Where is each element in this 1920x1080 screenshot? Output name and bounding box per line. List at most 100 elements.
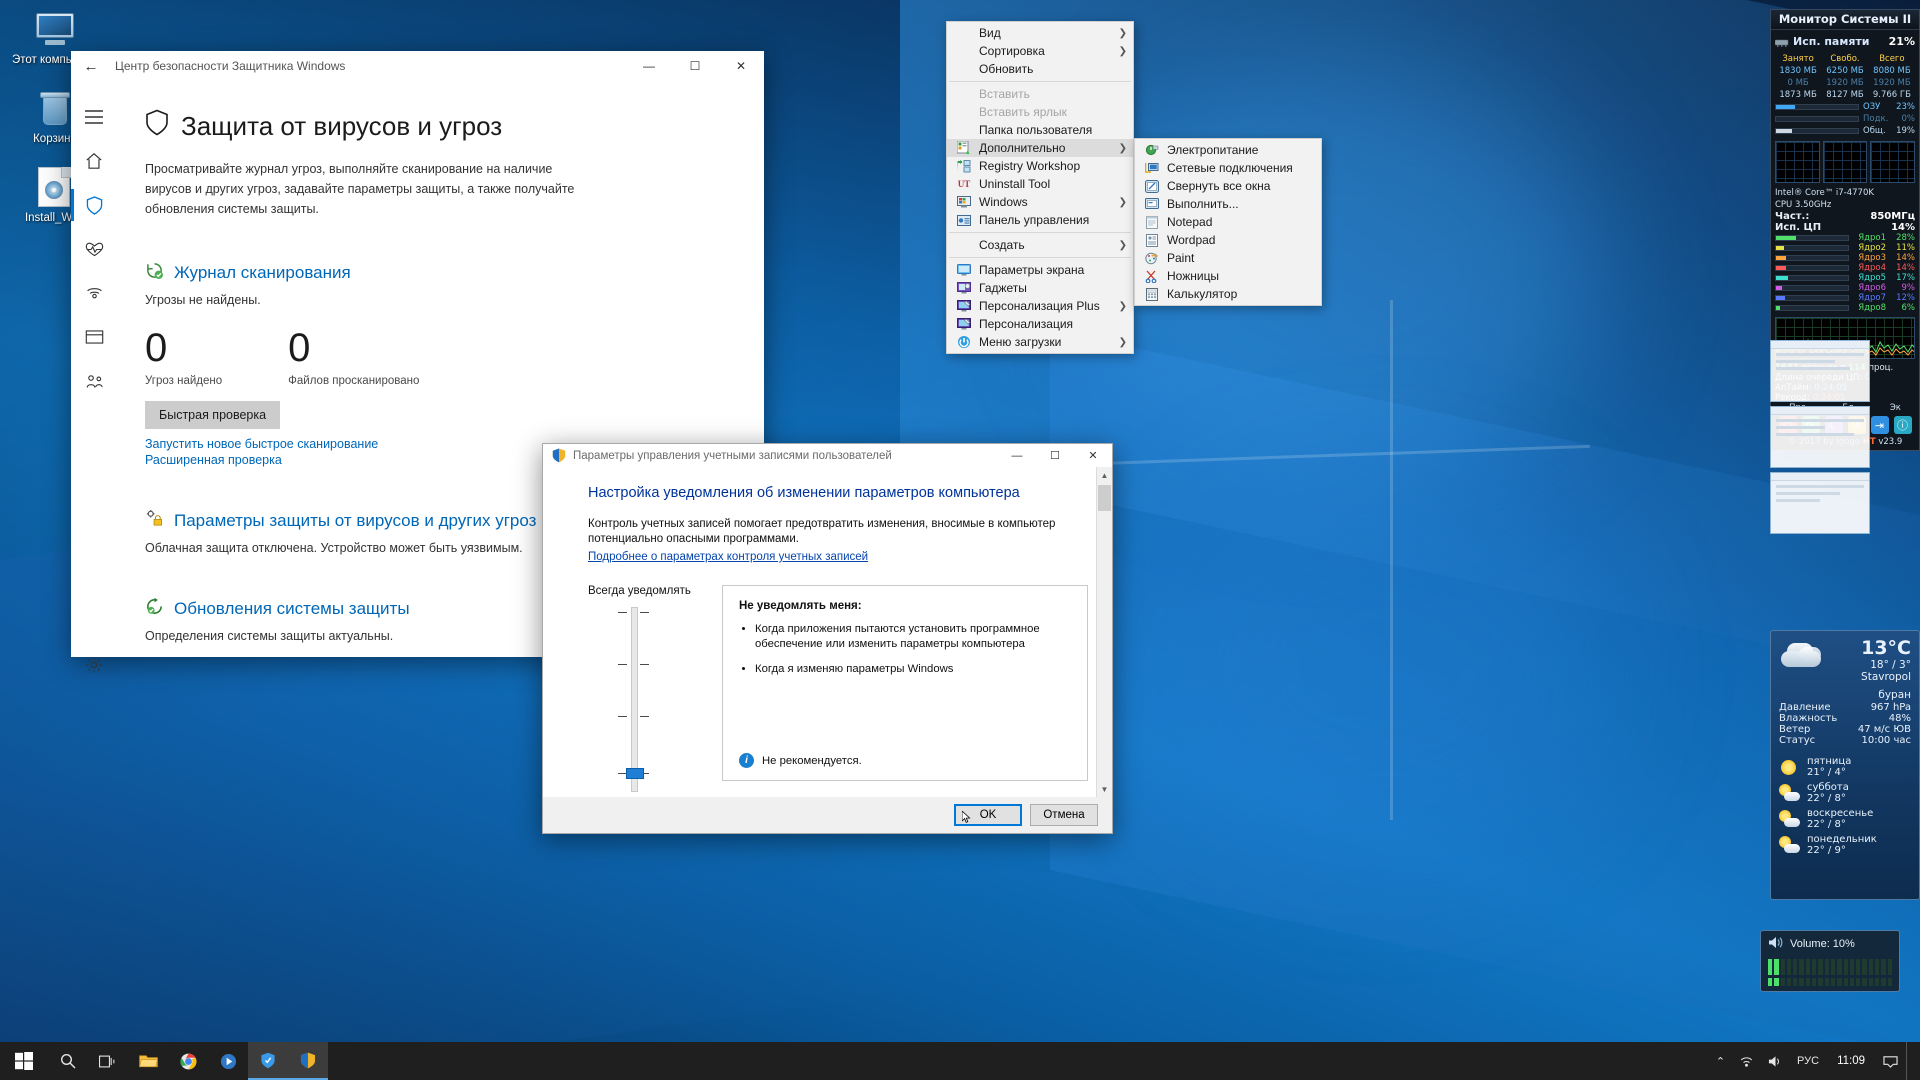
submenu-item-network-connections[interactable]: Сетевые подключения [1135,159,1321,177]
slider-thumb[interactable] [626,768,644,779]
logoff-button[interactable]: ⇥ [1870,416,1889,434]
sidebar-item-app-browser-control[interactable] [71,315,117,359]
context-menu-item-refresh[interactable]: Обновить [947,60,1133,78]
task-view-icon[interactable] [88,1042,128,1080]
sidebar-item-virus-protection[interactable] [71,183,117,227]
context-menu-item-registry-workshop[interactable]: Registry Workshop [947,157,1133,175]
personalization-plus-icon [953,300,975,312]
desktop[interactable]: Этот компьютер Корзина Install_W10 ← Цен… [0,0,1920,1080]
uac-learn-more-link[interactable]: Подробнее о параметрах контроля учетных … [588,551,868,563]
volume-bars-row-2[interactable] [1768,978,1892,986]
core-name: Ядро4 [1858,263,1886,273]
context-menu-item-sort[interactable]: Сортировка ❯ [947,42,1133,60]
thumbnail-window[interactable] [1770,406,1870,468]
menu-item-label: Вид [979,26,1001,40]
scroll-down-arrow[interactable]: ▼ [1097,781,1112,797]
sidebar-item-firewall-network[interactable] [71,271,117,315]
media-player-icon[interactable] [208,1042,248,1080]
taskbar-clock[interactable]: 11:09 [1827,1055,1875,1068]
sidebar-item-hamburger[interactable] [71,95,117,139]
system-tray[interactable]: ⌃ РУС 11:09 [1710,1042,1920,1080]
quick-scan-button[interactable]: Быстрая проверка [145,401,281,429]
uac-scrollbar[interactable]: ▲ ▼ [1096,467,1112,797]
uac-titlebar[interactable]: Параметры управления учетными записями п… [543,444,1112,467]
volume-tray-icon[interactable] [1762,1042,1789,1080]
defender-taskbar-icon[interactable] [248,1042,288,1080]
show-desktop-button[interactable] [1906,1042,1914,1080]
context-menu-item-uninstall-tool[interactable]: UT Uninstall Tool [947,175,1133,193]
scrollbar-thumb[interactable] [1098,485,1111,511]
menu-item-label: Персонализация [979,317,1074,331]
volume-segment [1812,959,1817,975]
search-icon[interactable] [48,1042,88,1080]
scroll-up-arrow[interactable]: ▲ [1097,467,1112,483]
maximize-button[interactable]: ☐ [1036,444,1074,467]
submenu-item-snipping-tool[interactable]: Ножницы [1135,267,1321,285]
sidebar-item-family-options[interactable] [71,359,117,403]
core-value: 12% [1896,293,1915,303]
context-menu-item-view[interactable]: Вид ❯ [947,24,1133,42]
uac-slider[interactable]: Всегда уведомлять Никогда не уведомлять [588,585,700,792]
context-menu-item-control-panel[interactable]: Панель управления [947,211,1133,229]
thumbnail-window[interactable] [1770,340,1870,402]
section-title[interactable]: Параметры защиты от вирусов и других угр… [174,511,536,531]
uac-window-buttons: — ☐ ✕ [998,444,1112,467]
menu-item-label: Обновить [979,62,1034,76]
sidebar-item-home[interactable] [71,139,117,183]
desktop-context-menu[interactable]: Вид ❯ Сортировка ❯ Обновить Вставить Вст… [946,21,1134,354]
submenu-item-paint[interactable]: Paint [1135,249,1321,267]
start-button[interactable] [0,1042,48,1080]
close-button[interactable]: ✕ [718,51,764,81]
sidebar-item-settings[interactable] [71,643,117,687]
volume-gadget[interactable]: Volume: 10% [1760,930,1900,992]
taskbar[interactable]: ⌃ РУС 11:09 [0,1042,1920,1080]
advanced-submenu[interactable]: Электропитание Сетевые подключения Сверн… [1134,138,1322,306]
ok-button[interactable]: OK [954,804,1022,826]
context-menu-item-windows[interactable]: Windows ❯ [947,193,1133,211]
minimize-button[interactable]: — [998,444,1036,467]
action-center-icon[interactable] [1877,1042,1904,1080]
context-menu-item-user-folder[interactable]: Папка пользователя [947,121,1133,139]
submenu-item-calculator[interactable]: Калькулятор [1135,285,1321,303]
context-menu-item-boot-menu[interactable]: Меню загрузки ❯ [947,333,1133,351]
tray-expand-icon[interactable]: ⌃ [1710,1042,1731,1080]
chevron-right-icon: ❯ [1118,239,1127,251]
weather-gadget[interactable]: 13°C 18° / 3° Stavropol буран Давление 9… [1770,630,1920,900]
sidebar-item-device-performance[interactable] [71,227,117,271]
volume-segment [1793,978,1798,986]
defender-titlebar[interactable]: ← Центр безопасности Защитника Windows —… [71,51,764,81]
slider-track[interactable] [631,607,638,792]
uac-settings-dialog[interactable]: Параметры управления учетными записями п… [542,443,1113,834]
submenu-item-notepad[interactable]: Notepad [1135,213,1321,231]
cancel-button[interactable]: Отмена [1030,804,1098,826]
window-thumbnails-gadget[interactable] [1770,340,1870,538]
context-menu-item-personalization-plus[interactable]: Персонализация Plus ❯ [947,297,1133,315]
uac-taskbar-icon[interactable] [288,1042,328,1080]
back-button[interactable]: ← [71,51,111,81]
context-menu-item-personalization[interactable]: Персонализация [947,315,1133,333]
submenu-item-power-options[interactable]: Электропитание [1135,141,1321,159]
section-title[interactable]: Журнал сканирования [174,263,351,283]
submenu-item-run[interactable]: Выполнить... [1135,195,1321,213]
tray-language-indicator[interactable]: РУС [1791,1042,1825,1080]
slider-top-label: Всегда уведомлять [588,585,691,597]
chrome-icon[interactable] [168,1042,208,1080]
submenu-item-wordpad[interactable]: Wordpad [1135,231,1321,249]
volume-bars-row-1[interactable] [1768,959,1892,975]
section-title[interactable]: Обновления системы защиты [174,599,410,619]
context-menu-item-new[interactable]: Создать ❯ [947,236,1133,254]
context-menu-item-display-settings[interactable]: Параметры экрана [947,261,1133,279]
file-explorer-icon[interactable] [128,1042,168,1080]
uac-window-title: Параметры управления учетными записями п… [573,449,892,462]
submenu-item-minimize-all[interactable]: Свернуть все окна [1135,177,1321,195]
maximize-button[interactable]: ☐ [672,51,718,81]
context-menu-item-gadgets[interactable]: Гаджеты [947,279,1133,297]
minimize-button[interactable]: — [626,51,672,81]
section-scan-history-header[interactable]: Журнал сканирования [145,261,738,285]
thumbnail-window[interactable] [1770,472,1870,534]
close-button[interactable]: ✕ [1074,444,1112,467]
network-tray-icon[interactable] [1733,1042,1760,1080]
context-menu-item-advanced[interactable]: Дополнительно ❯ [947,139,1133,157]
core-bar-fill [1776,246,1784,250]
info-button[interactable]: ⓘ [1893,416,1912,434]
